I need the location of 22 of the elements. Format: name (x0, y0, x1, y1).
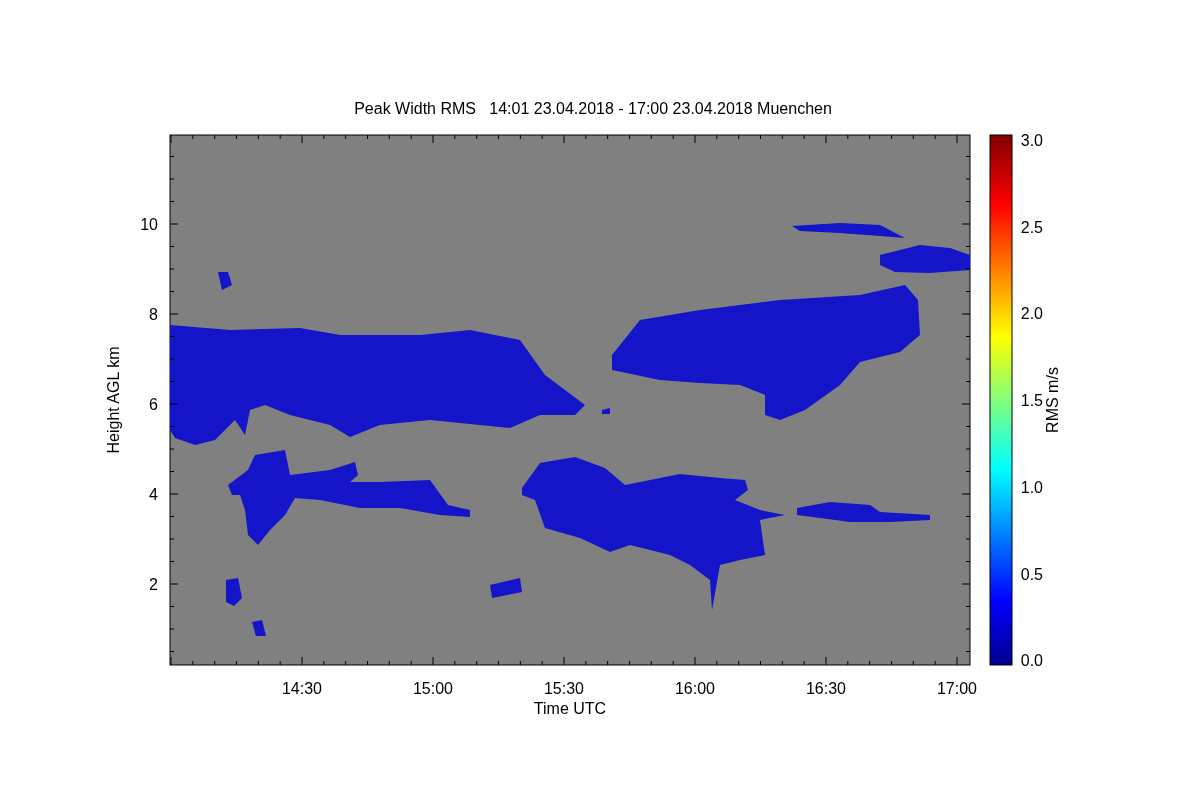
x-tick-label: 17:00 (937, 680, 977, 697)
x-tick-label: 16:30 (806, 680, 846, 697)
color-scale-label: 0.0 (1020, 652, 1043, 670)
y-tick-label: 6 (149, 396, 158, 413)
x-tick-label: 16:00 (675, 680, 715, 697)
color-scale-title: RMS m/s (1044, 367, 1061, 433)
color-scale-label: 3.0 (1020, 132, 1043, 149)
x-tick-label: 15:30 (544, 680, 584, 697)
color-scale-label: 2.0 (1020, 305, 1043, 323)
x-tick-label: 14:30 (282, 680, 322, 697)
color-scale-label: 1.5 (1020, 392, 1043, 410)
color-scale-label: 2.5 (1020, 218, 1043, 236)
x-tick-label: 15:00 (413, 680, 453, 697)
y-tick-label: 2 (149, 576, 158, 593)
chart-title: Peak Width RMS 14:01 23.04.2018 - 17:00 23.04.2018 Muenchen (354, 100, 832, 117)
y-axis-title: Height AGL km (105, 346, 122, 454)
y-tick-label: 4 (149, 486, 158, 503)
y-tick-label: 10 (140, 216, 158, 233)
color-scale-label: 1.0 (1020, 478, 1043, 496)
color-scale-label: 0.5 (1020, 565, 1043, 583)
x-axis-title: Time UTC (533, 700, 607, 717)
y-tick-label: 8 (149, 306, 158, 323)
